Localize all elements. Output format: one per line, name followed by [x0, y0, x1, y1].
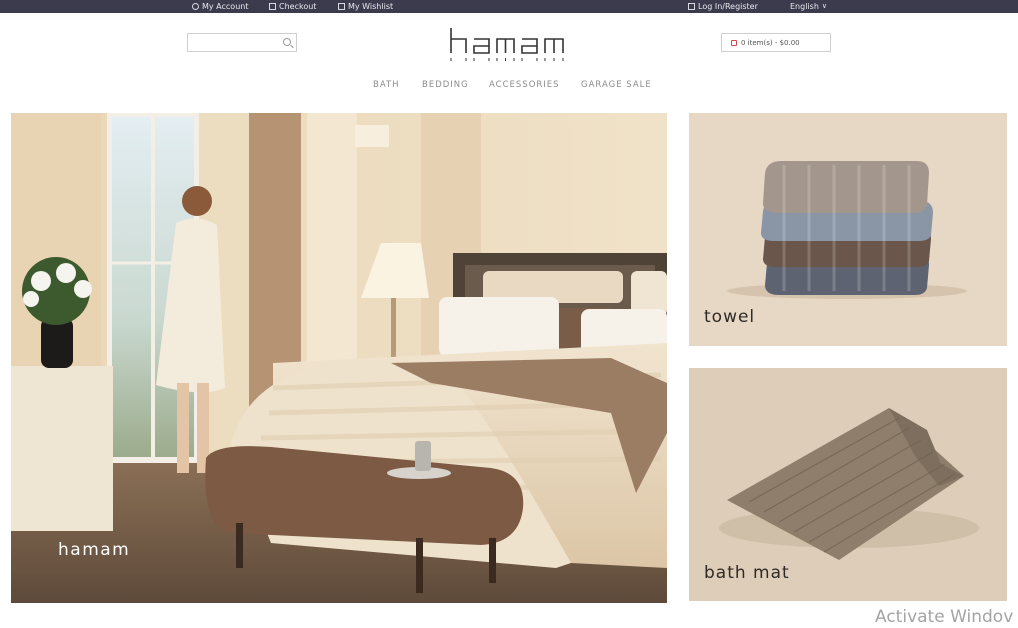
nav-item-garage-sale[interactable]: GARAGE SALE: [581, 80, 652, 90]
gift-icon: [338, 3, 345, 10]
towel-label: towel: [704, 307, 756, 327]
hamam-logo-mark: [450, 28, 564, 61]
top-bar: My Account Checkout My Wishlist Log In/R…: [0, 0, 1018, 13]
cart-summary: 0 item(s) - $0.00: [741, 38, 800, 47]
nav-item-bath[interactable]: BATH: [373, 80, 400, 90]
my-account-label: My Account: [202, 2, 249, 11]
hero-banner[interactable]: hamam: [11, 113, 667, 603]
search-input[interactable]: [188, 38, 278, 55]
language-label: English: [790, 2, 819, 11]
search-box: [187, 33, 297, 55]
activate-windows-watermark: Activate Windov: [875, 607, 1014, 627]
checkbox-icon: [269, 3, 276, 10]
search-icon[interactable]: [283, 38, 291, 46]
user-icon: [192, 3, 199, 10]
bath-mat-banner[interactable]: bath mat: [689, 368, 1007, 601]
bedroom-photo: [11, 113, 667, 603]
nav-item-accessories[interactable]: ACCESSORIES: [489, 80, 560, 90]
nav-item-bedding[interactable]: BEDDING: [422, 80, 469, 90]
checkout-label: Checkout: [279, 2, 317, 11]
checkout-link[interactable]: Checkout: [269, 0, 316, 13]
chevron-down-icon: ∨: [821, 2, 828, 10]
login-icon: [688, 3, 695, 10]
login-register-label: Log In/Register: [698, 2, 758, 11]
cart-button[interactable]: 0 item(s) - $0.00: [721, 33, 831, 52]
my-wishlist-link[interactable]: My Wishlist: [338, 0, 393, 13]
my-account-link[interactable]: My Account: [192, 0, 248, 13]
hero-label: hamam: [58, 540, 131, 560]
bath-mat-label: bath mat: [704, 563, 790, 583]
shopping-bag-icon: [731, 39, 737, 46]
login-register-link[interactable]: Log In/Register: [688, 0, 758, 13]
main-nav: BATH BEDDING ACCESSORIES GARAGE SALE: [0, 80, 1018, 92]
site-logo[interactable]: [449, 26, 569, 62]
towel-banner[interactable]: towel: [689, 113, 1007, 346]
language-selector[interactable]: English ∨: [790, 0, 827, 13]
my-wishlist-label: My Wishlist: [348, 2, 394, 11]
